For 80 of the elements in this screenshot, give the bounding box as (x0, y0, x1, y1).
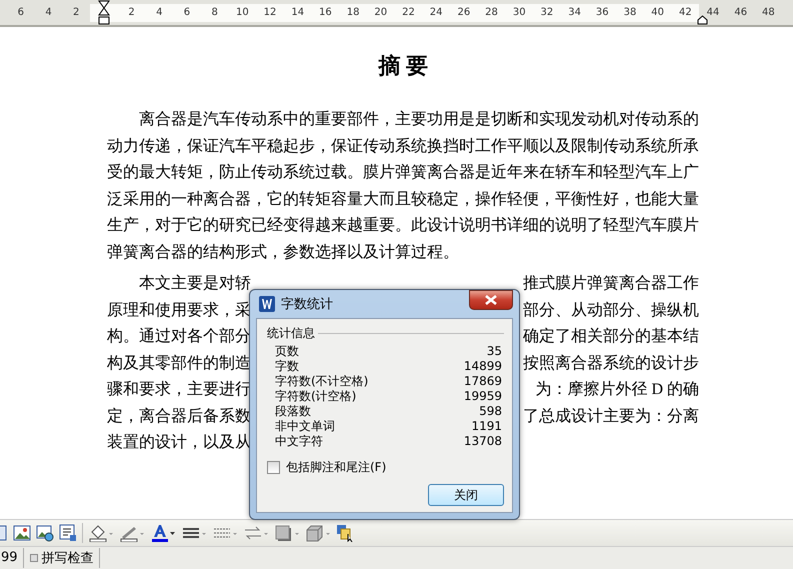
ruler-number: 22 (394, 4, 422, 22)
ruler-number: 16 (312, 4, 340, 22)
text-line: 定，离合器后备系数 (107, 406, 251, 426)
text-line: 装置的设计，以及从 (107, 432, 251, 453)
text-line: 骤和要求，主要进行 (107, 380, 251, 400)
text-line: 确定了相关部分的基本结 (523, 326, 699, 347)
cube-icon[interactable] (305, 524, 331, 542)
text-line: 构及其零部件的制造 (107, 354, 251, 374)
ruler-number: 32 (533, 4, 561, 22)
stat-label: 字符数(不计空格) (275, 374, 368, 389)
arrow-style-icon[interactable] (243, 524, 269, 542)
ruler-number: 6 (16, 7, 26, 18)
ruler-number: 44 (706, 7, 720, 18)
stat-value: 17869 (464, 374, 502, 389)
stat-value: 19959 (464, 389, 502, 404)
spell-check-status[interactable]: 拼写检查 (42, 548, 94, 568)
text-line: 推式膜片弹簧离合器工作 (523, 274, 699, 294)
fill-bucket-icon[interactable] (88, 524, 114, 542)
close-dialog-button[interactable]: 关闭 (428, 484, 504, 506)
close-icon (485, 295, 497, 305)
stat-label: 非中文单词 (275, 419, 335, 434)
stat-value: 598 (479, 404, 502, 419)
status-indicator-icon (30, 554, 38, 562)
stat-label: 字数 (275, 359, 299, 374)
ruler-number: 18 (339, 4, 367, 22)
ruler-number: 2 (118, 4, 146, 22)
stat-label: 段落数 (275, 404, 311, 419)
ruler-number: 40 (644, 4, 672, 22)
ruler-number: 24 (422, 4, 450, 22)
dialog-title: 字数统计 (281, 296, 334, 313)
ruler-number: 48 (761, 7, 776, 18)
text-line: 部分、从动部分、操纵机 (523, 300, 699, 320)
text-line: 构。通过对各个部分 (107, 326, 251, 347)
ruler-number: 2 (72, 7, 80, 18)
pen-icon[interactable] (119, 524, 145, 542)
stat-label: 字符数(计空格) (275, 389, 356, 404)
checkbox[interactable] (267, 461, 280, 474)
stat-value: 1191 (471, 419, 502, 434)
frame-icon[interactable] (0, 524, 8, 542)
arrange-icon[interactable] (336, 524, 354, 542)
text-line: 按照离合器系统的设计步 (523, 354, 699, 374)
ruler-number: 6 (173, 4, 201, 22)
text-box-icon[interactable] (59, 524, 77, 542)
picture-icon[interactable] (13, 524, 31, 542)
ruler-number: 46 (733, 7, 748, 18)
font-color-icon[interactable] (150, 524, 176, 542)
app-logo-icon (259, 296, 275, 312)
shadow-icon[interactable] (274, 524, 300, 542)
ruler-number: 28 (478, 4, 506, 22)
stat-label: 页数 (275, 344, 299, 359)
checkbox-label: 包括脚注和尾注(F) (286, 459, 386, 476)
ruler-number: 10 (228, 4, 256, 22)
right-indent-marker-icon[interactable] (697, 14, 708, 24)
stat-value: 14899 (464, 359, 502, 374)
ruler-number: 4 (44, 7, 53, 18)
ruler-number: 26 (450, 4, 478, 22)
text-line: 为：摩擦片外径 D 的确 (535, 380, 699, 400)
ruler-number: 30 (505, 4, 534, 22)
stat-label: 中文字符 (275, 434, 323, 449)
ruler-number: 34 (560, 4, 588, 22)
ruler-number: 42 (672, 4, 700, 22)
paragraph: 离合器是汽车传动系中的重要部件，主要功用是是切断和实现发动机对传动系的动力传递，保证汽车平稳起步，保证传动系统换挡时工作平顺以及限制传动系统所承受的最大转矩，防止传动系统过载。膜片弹簧离合器是近年来在轿车和轻型汽车上广泛采用的一种离合器，它的转矩容量大而且较稳定，操作轻便，平衡性好，也能大量生产，对于它的研究已经变得越来越重要。此设计说明书详细的说明了轻型汽车膜片弹簧离合器的结构形式，参数选择以及计算过程。 (107, 110, 699, 262)
text-line: 本文主要是对轿 (139, 274, 251, 294)
text-line: 了总成设计主要为：分离 (523, 406, 699, 426)
indent-marker-icon[interactable] (98, 0, 110, 26)
stat-value: 35 (486, 344, 502, 359)
ruler-number: 12 (256, 4, 284, 22)
ruler-number: 36 (588, 4, 616, 22)
ruler-number: 4 (145, 4, 174, 22)
ruler-number: 38 (616, 4, 644, 22)
picture-globe-icon[interactable] (36, 524, 54, 542)
ruler-number: 20 (366, 4, 395, 22)
close-button[interactable] (469, 290, 513, 310)
ruler-number: 14 (284, 4, 312, 22)
ruler-number: 8 (200, 4, 228, 22)
text-line: 原理和使用要求，采 (107, 300, 251, 320)
group-label: 统计信息 (267, 325, 315, 342)
document-title: 摘 要 (377, 52, 429, 80)
page-count: 99 (0, 548, 24, 568)
stat-value: 13708 (464, 434, 502, 449)
